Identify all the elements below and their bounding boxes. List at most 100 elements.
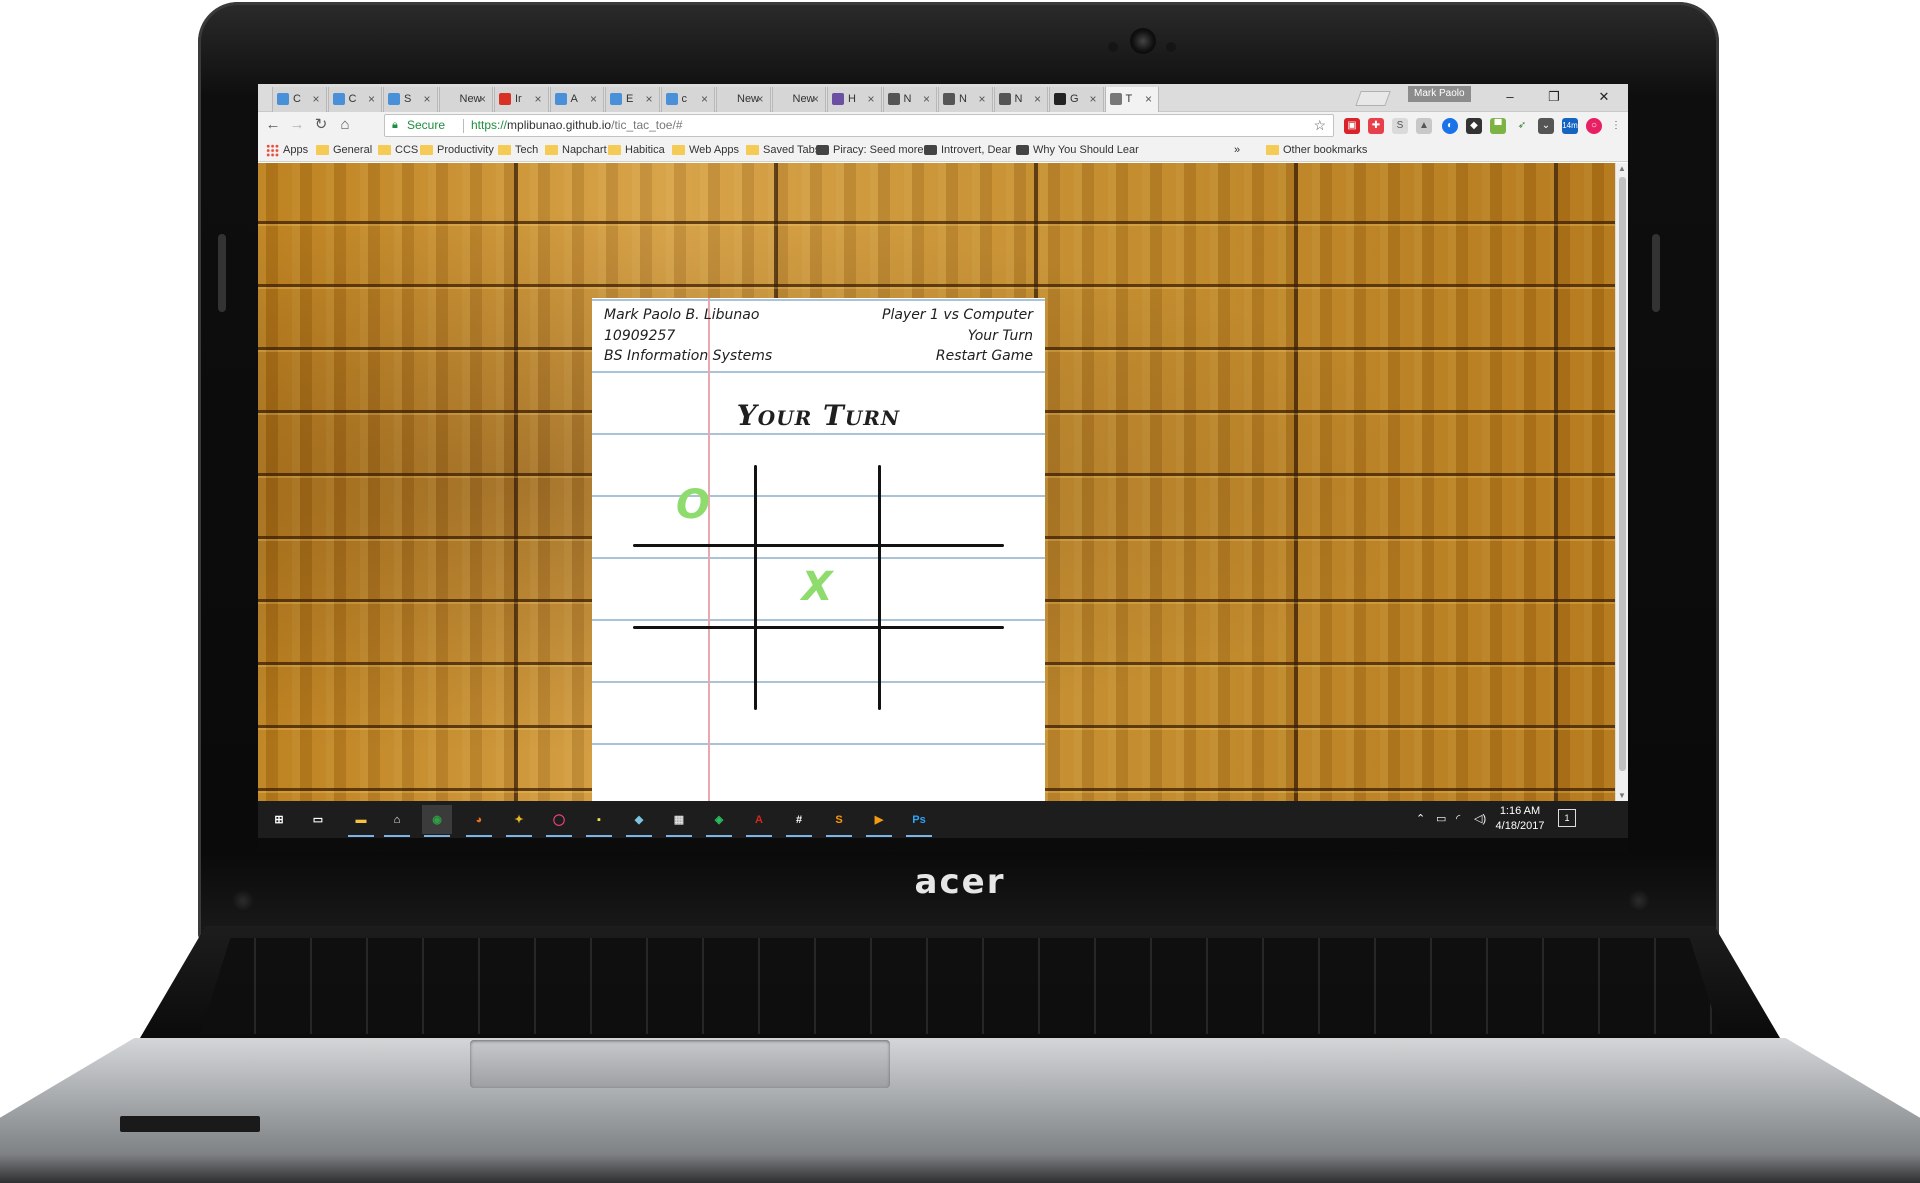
board-cell-2-2[interactable] (881, 629, 1001, 709)
browser-tab[interactable]: A × (549, 87, 604, 112)
tab-close-icon[interactable]: × (1034, 87, 1041, 111)
tab-close-icon[interactable]: × (368, 87, 375, 111)
tray-expand-icon[interactable]: ⌃ (1416, 801, 1425, 838)
browser-tab[interactable]: New × (716, 87, 771, 112)
board-cell-2-0[interactable] (633, 629, 753, 709)
browser-tab[interactable]: G × (1049, 87, 1104, 112)
tab-close-icon[interactable]: × (534, 87, 541, 111)
chrome-menu-icon[interactable]: ⋮ (1608, 118, 1624, 134)
extension-leaf-icon[interactable]: ➶ (1514, 118, 1530, 134)
board-cell-0-1[interactable] (757, 465, 877, 545)
board-cell-1-1[interactable]: X (757, 547, 877, 627)
board-cell-0-2[interactable] (881, 465, 1001, 545)
minimize-button[interactable]: – (1490, 85, 1530, 109)
close-window-button[interactable]: ✕ (1584, 85, 1624, 109)
bookmark-item[interactable]: Other bookmarks (1264, 142, 1367, 159)
profile-button[interactable]: Mark Paolo (1408, 86, 1471, 102)
bookmark-item[interactable]: Why You Should Lear (1014, 142, 1139, 159)
tab-close-icon[interactable]: × (423, 87, 430, 111)
board-cell-2-1[interactable] (757, 629, 877, 709)
taskbar-chrome-button[interactable]: ◉ (422, 805, 452, 837)
extension-plus-icon[interactable]: ✚ (1368, 118, 1384, 134)
taskbar-acrobat-button[interactable]: A (744, 805, 774, 837)
taskbar-evernote-button[interactable]: ◈ (704, 805, 734, 837)
scroll-down-arrow-icon[interactable]: ▼ (1618, 791, 1626, 800)
extension-s-icon[interactable]: S (1392, 118, 1408, 134)
scrollbar-thumb[interactable] (1619, 177, 1626, 771)
bookmarks-overflow-button[interactable]: » (1234, 142, 1240, 159)
wifi-icon[interactable]: ◜ (1456, 801, 1460, 838)
taskbar-task-view-button[interactable]: ▭ (303, 805, 333, 834)
forward-button[interactable]: → (286, 114, 308, 136)
taskbar-file-explorer-button[interactable]: ▬ (346, 805, 376, 837)
browser-tab[interactable]: C × (272, 87, 327, 112)
bookmark-item[interactable]: Productivity (418, 142, 494, 159)
taskbar-sticky-notes-button[interactable]: ▪ (584, 805, 614, 837)
taskbar-slack-button[interactable]: # (784, 805, 814, 837)
tab-close-icon[interactable]: × (645, 87, 652, 111)
taskbar-puzzle-app-button[interactable]: ✦ (504, 805, 534, 837)
extension-record-icon[interactable]: ○ (1586, 118, 1602, 134)
bookmark-item[interactable]: CCS (376, 142, 418, 159)
extension-pocket-icon[interactable]: ⌄ (1538, 118, 1554, 134)
browser-tab[interactable]: Ir × (494, 87, 549, 112)
extension-evernote-icon[interactable]: ◆ (1466, 118, 1482, 134)
taskbar-notes-app-button[interactable]: ◆ (624, 805, 654, 837)
board-cell-0-0[interactable]: O (633, 465, 753, 545)
browser-tab[interactable]: E × (605, 87, 660, 112)
browser-tab[interactable]: N × (882, 87, 937, 112)
bookmark-item[interactable]: Napchart (543, 142, 607, 159)
volume-icon[interactable]: ◁) (1474, 801, 1486, 838)
tab-close-icon[interactable]: × (701, 87, 708, 111)
action-center-icon[interactable]: 1 (1558, 809, 1576, 827)
browser-tab[interactable]: H × (827, 87, 882, 112)
bookmark-item[interactable]: Apps (264, 142, 308, 159)
browser-tab[interactable]: N × (938, 87, 993, 112)
bookmark-item[interactable]: Web Apps (670, 142, 739, 159)
bookmark-item[interactable]: General (314, 142, 372, 159)
bookmark-item[interactable]: Tech (496, 142, 538, 159)
browser-tab[interactable]: T × (1104, 87, 1159, 112)
tab-close-icon[interactable]: × (479, 87, 486, 111)
extension-circle-icon[interactable]: ◐ (1442, 118, 1458, 134)
board-cell-1-2[interactable] (881, 547, 1001, 627)
address-bar[interactable]: 🔒︎ Secure https://mplibunao.github.io/ti… (384, 114, 1334, 137)
taskbar-sublime-button[interactable]: S (824, 805, 854, 837)
taskbar-firefox-button[interactable]: ◕ (464, 805, 494, 837)
taskbar-record-app-button[interactable]: ◯ (544, 805, 574, 837)
back-button[interactable]: ← (262, 114, 284, 136)
game-mode-toggle[interactable]: Player 1 vs Computer (882, 307, 1033, 323)
taskbar-photoshop-button[interactable]: Ps (904, 805, 934, 837)
bookmark-star-icon[interactable]: ☆ (1313, 115, 1326, 136)
tab-close-icon[interactable]: × (590, 87, 597, 111)
tab-close-icon[interactable]: × (812, 87, 819, 111)
extension-habitica-icon[interactable]: ▀ (1490, 118, 1506, 134)
tab-close-icon[interactable]: × (1145, 87, 1152, 111)
page-scrollbar[interactable]: ▲ ▼ (1615, 163, 1628, 801)
extension-timer-icon[interactable]: 14m (1562, 118, 1578, 134)
taskbar-start-button[interactable]: ⊞ (264, 805, 294, 834)
scroll-up-arrow-icon[interactable]: ▲ (1618, 164, 1626, 173)
bookmark-item[interactable]: Piracy: Seed more (814, 142, 923, 159)
home-button[interactable]: ⌂ (334, 114, 356, 136)
taskbar-calculator-button[interactable]: ▦ (664, 805, 694, 837)
tab-close-icon[interactable]: × (312, 87, 319, 111)
taskbar-store-button[interactable]: ⌂ (382, 805, 412, 837)
board-cell-1-0[interactable] (633, 547, 753, 627)
bookmark-item[interactable]: Habitica (606, 142, 665, 159)
browser-tab[interactable]: C × (327, 87, 382, 112)
browser-tab[interactable]: New × (438, 87, 493, 112)
turn-indicator[interactable]: Your Turn (968, 328, 1033, 344)
extension-image-icon[interactable]: ▲ (1416, 118, 1432, 134)
tab-close-icon[interactable]: × (756, 87, 763, 111)
tab-close-icon[interactable]: × (1089, 87, 1096, 111)
extension-pdf-icon[interactable]: ▣ (1344, 118, 1360, 134)
tab-close-icon[interactable]: × (923, 87, 930, 111)
browser-tab[interactable]: N × (993, 87, 1048, 112)
new-tab-button[interactable] (1355, 91, 1391, 106)
taskbar-media-player-button[interactable]: ▶ (864, 805, 894, 837)
browser-tab[interactable]: S × (383, 87, 438, 112)
taskbar-clock[interactable]: 1:16 AM 4/18/2017 (1490, 804, 1550, 834)
browser-tab[interactable]: c × (660, 87, 715, 112)
browser-tab[interactable]: New × (771, 87, 826, 112)
